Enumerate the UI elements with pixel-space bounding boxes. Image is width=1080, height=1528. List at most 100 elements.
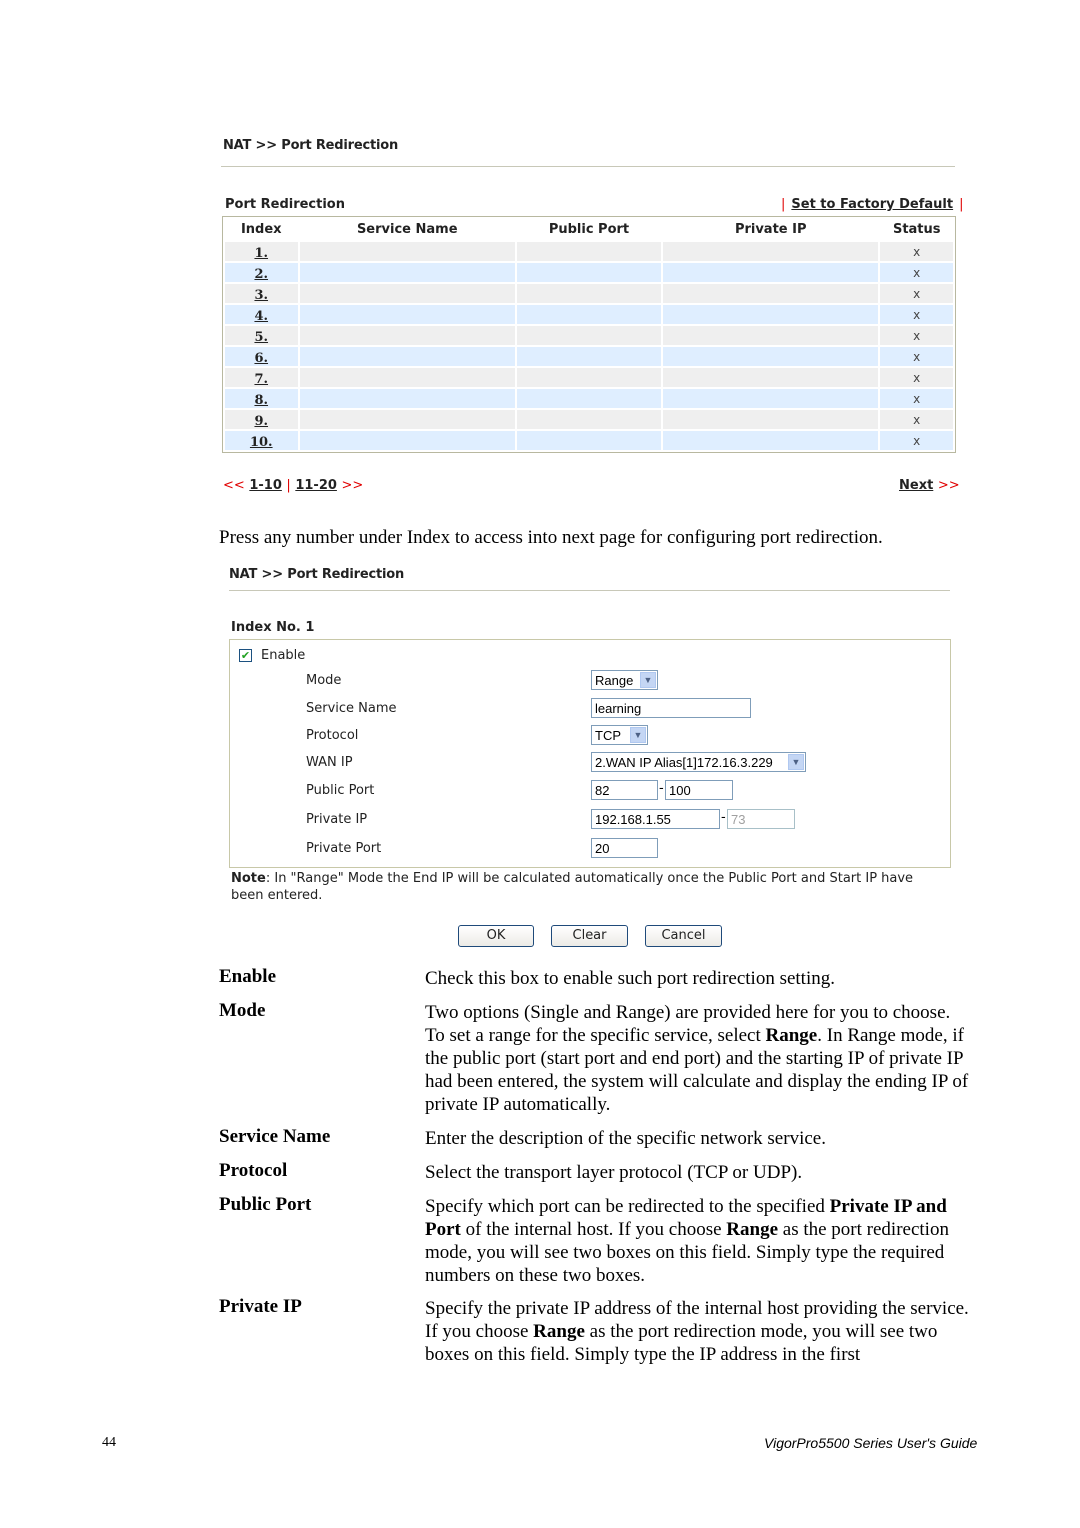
emphasis: Range [726, 1219, 779, 1240]
description-term: Private IP [219, 1296, 302, 1317]
service-name-cell [299, 347, 515, 366]
private-port-input[interactable]: 20 [591, 838, 658, 858]
index-cell: 10. [225, 431, 298, 450]
mode-select[interactable]: Range ▼ [591, 670, 658, 690]
port-redirection-table: Index Service Name Public Port Private I… [223, 217, 955, 452]
pagination: << 1-10 | 11-20 >> [223, 478, 363, 493]
note-label: Note [231, 871, 266, 886]
private-ip-cell [662, 305, 879, 324]
public-port-cell [516, 263, 661, 282]
next-page-link[interactable]: Next [899, 478, 933, 493]
instruction-paragraph: Press any number under Index to access i… [219, 527, 883, 548]
private-ip-cell [662, 347, 879, 366]
description-text: Enter the description of the specific ne… [425, 1128, 826, 1149]
emphasis: Range [533, 1321, 585, 1342]
section-title: Index No. 1 [231, 620, 315, 635]
table-row: 6. x [225, 347, 953, 366]
enable-checkbox[interactable]: ✔ [239, 649, 252, 662]
table-row: 1. x [225, 242, 953, 261]
chevron-down-icon: ▼ [640, 672, 656, 688]
index-link[interactable]: 3. [254, 288, 268, 303]
public-port-cell [516, 242, 661, 261]
private-ip-label: Private IP [306, 812, 368, 827]
service-name-cell [299, 263, 515, 282]
public-port-cell [516, 410, 661, 429]
table-header-row: Index Service Name Public Port Private I… [225, 219, 953, 240]
next-page-group: Next >> [899, 478, 960, 493]
service-name-input[interactable]: learning [591, 698, 751, 718]
public-port-cell [516, 305, 661, 324]
status-cell: x [880, 263, 953, 282]
chevron-down-icon: ▼ [788, 754, 804, 770]
status-cell: x [880, 305, 953, 324]
public-port-start-input[interactable]: 82 [591, 780, 658, 800]
divider [229, 590, 950, 591]
public-port-cell [516, 284, 661, 303]
set-to-factory-default-link[interactable]: Set to Factory Default [791, 197, 953, 212]
public-port-cell [516, 347, 661, 366]
private-ip-end-input: 73 [727, 809, 795, 829]
prev-arrows: << [223, 478, 245, 493]
index-cell: 9. [225, 410, 298, 429]
public-port-cell [516, 431, 661, 450]
index-cell: 5. [225, 326, 298, 345]
wan-ip-select[interactable]: 2.WAN IP Alias[1]172.16.3.229 ▼ [591, 752, 806, 772]
status-cell: x [880, 284, 953, 303]
index-link[interactable]: 1. [254, 246, 268, 261]
guide-title: VigorPro5500 Series User's Guide [764, 1435, 978, 1451]
emphasis: Range [765, 1025, 818, 1046]
description-term: Service Name [219, 1126, 331, 1147]
table-row: 2. x [225, 263, 953, 282]
index-link[interactable]: 10. [250, 435, 273, 450]
separator: | [286, 478, 291, 493]
index-link[interactable]: 2. [254, 267, 268, 282]
index-cell: 7. [225, 368, 298, 387]
page-link-1-10[interactable]: 1-10 [249, 478, 282, 493]
index-link[interactable]: 9. [254, 414, 268, 429]
index-link[interactable]: 5. [254, 330, 268, 345]
index-cell: 1. [225, 242, 298, 261]
protocol-select[interactable]: TCP ▼ [591, 725, 648, 745]
clear-button[interactable]: Clear [551, 925, 628, 947]
index-cell: 2. [225, 263, 298, 282]
private-ip-cell [662, 410, 879, 429]
table-row: 5. x [225, 326, 953, 345]
index-cell: 3. [225, 284, 298, 303]
breadcrumb: NAT >> Port Redirection [223, 138, 399, 153]
private-ip-cell [662, 368, 879, 387]
service-name-cell [299, 431, 515, 450]
private-ip-cell [662, 389, 879, 408]
private-port-label: Private Port [306, 841, 382, 856]
table-row: 10. x [225, 431, 953, 450]
service-name-cell [299, 242, 515, 261]
description-term: Mode [219, 1000, 266, 1021]
page-number: 44 [102, 1435, 116, 1450]
description-term: Public Port [219, 1194, 312, 1215]
ok-button[interactable]: OK [458, 925, 534, 947]
service-name-cell [299, 284, 515, 303]
range-dash: - [659, 781, 664, 796]
column-header-index: Index [225, 219, 298, 240]
column-header-public-port: Public Port [516, 219, 661, 240]
index-link[interactable]: 4. [254, 309, 268, 324]
index-link[interactable]: 6. [254, 351, 268, 366]
status-cell: x [880, 368, 953, 387]
status-cell: x [880, 242, 953, 261]
status-cell: x [880, 431, 953, 450]
description-text: Specify which port can be redirected to … [425, 1195, 970, 1287]
wan-ip-value: 2.WAN IP Alias[1]172.16.3.229 [595, 755, 773, 770]
protocol-value: TCP [595, 728, 621, 743]
public-port-end-input[interactable]: 100 [665, 780, 733, 800]
status-cell: x [880, 326, 953, 345]
description-term: Enable [219, 966, 277, 987]
description-text: Two options (Single and Range) are provi… [425, 1001, 970, 1116]
private-ip-start-input[interactable]: 192.168.1.55 [591, 809, 720, 829]
index-link[interactable]: 7. [254, 372, 268, 387]
index-link[interactable]: 8. [254, 393, 268, 408]
text-run: of the internal host. If you choose [460, 1219, 727, 1240]
divider [221, 166, 955, 167]
cancel-button[interactable]: Cancel [645, 925, 722, 947]
index-cell: 8. [225, 389, 298, 408]
page-link-11-20[interactable]: 11-20 [295, 478, 337, 493]
separator: | [781, 197, 786, 212]
